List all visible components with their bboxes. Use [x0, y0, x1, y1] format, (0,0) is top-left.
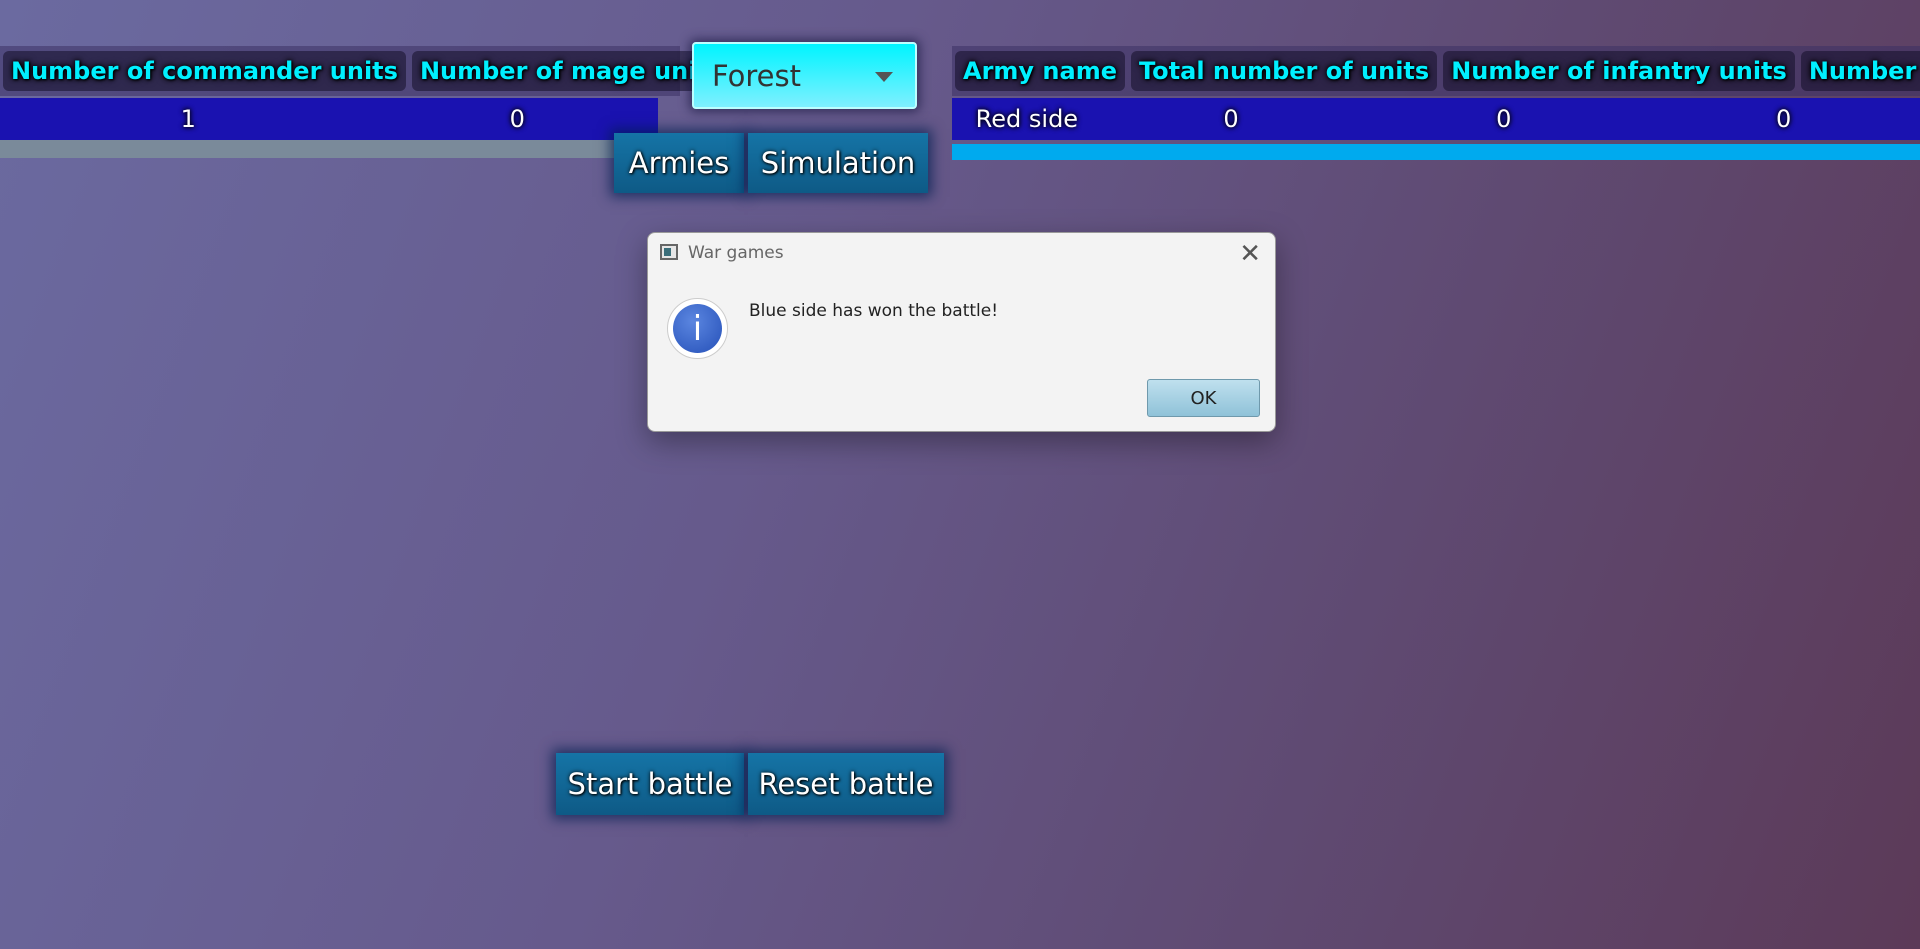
right-table-header: Army name Total number of units Number o…: [952, 46, 1920, 96]
cell-total-units: 0: [1223, 105, 1239, 133]
info-dialog: War games ✕ i Blue side has won the batt…: [647, 232, 1276, 432]
column-header-army-name[interactable]: Army name: [955, 51, 1125, 91]
info-icon: i: [667, 298, 728, 359]
cell-army-name: Red side: [975, 105, 1079, 133]
cell-commander-units: 1: [180, 105, 196, 133]
info-glyph: i: [673, 304, 722, 353]
column-header-infantry-units[interactable]: Number of infantry units: [1443, 51, 1795, 91]
column-header-commander-units[interactable]: Number of commander units: [3, 51, 406, 91]
app-window-icon: [660, 244, 678, 260]
dialog-message: Blue side has won the battle!: [749, 301, 999, 321]
table-row[interactable]: Red side 0 0 0: [952, 98, 1920, 140]
cell-ranged-units: 0: [1775, 105, 1792, 133]
column-header-mage-units[interactable]: Number of mage units: [411, 51, 731, 91]
column-header-total-units[interactable]: Total number of units: [1130, 51, 1438, 91]
ok-button[interactable]: OK: [1147, 379, 1260, 417]
terrain-select[interactable]: Forest: [692, 42, 917, 109]
left-table-header: Number of commander units Number of mage…: [0, 46, 731, 96]
close-icon[interactable]: ✕: [1239, 239, 1261, 269]
selection-bar: [952, 144, 1920, 160]
start-battle-button[interactable]: Start battle: [556, 753, 744, 815]
table-row[interactable]: 1 0: [0, 98, 658, 140]
horizontal-scrollbar[interactable]: [0, 140, 615, 158]
terrain-select-value: Forest: [712, 58, 801, 93]
cell-mage-units: 0: [509, 105, 525, 133]
simulation-button[interactable]: Simulation: [748, 133, 928, 193]
dialog-title: War games: [688, 243, 784, 263]
chevron-down-icon: [875, 72, 893, 82]
column-header-ranged-units[interactable]: Number of rang: [1800, 51, 1920, 91]
armies-button[interactable]: Armies: [614, 133, 744, 193]
reset-battle-button[interactable]: Reset battle: [748, 753, 944, 815]
cell-infantry-units: 0: [1496, 105, 1512, 133]
